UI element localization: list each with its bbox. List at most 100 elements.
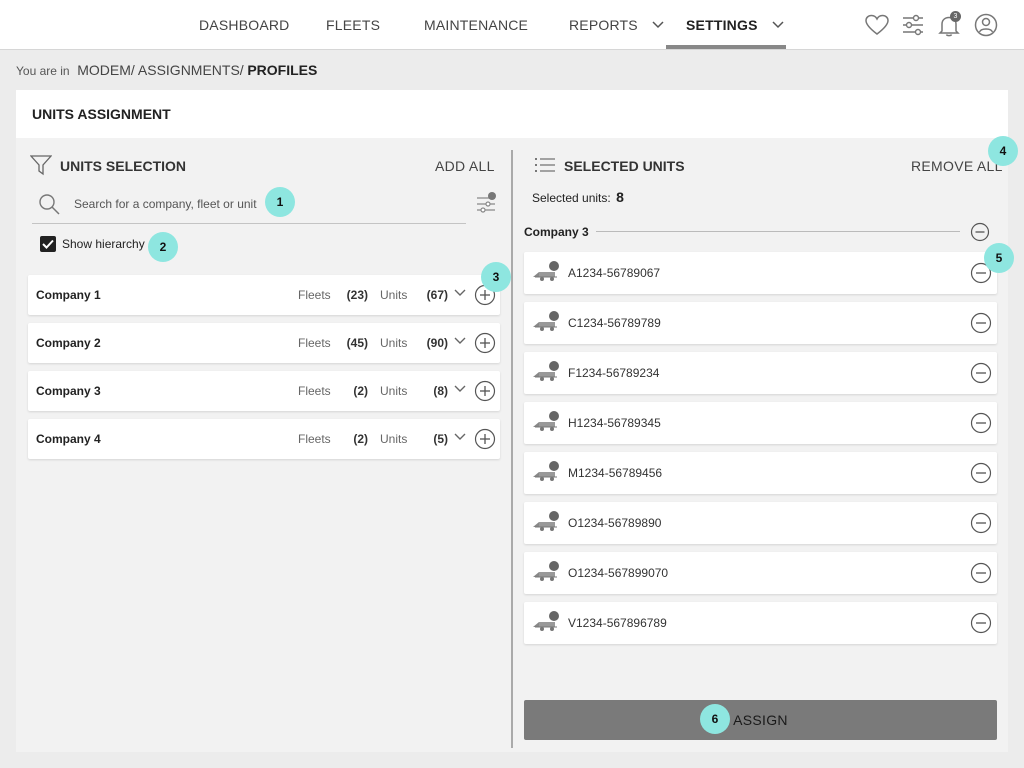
chevron-down-icon[interactable] <box>454 385 466 393</box>
unit-id: O1234-567899070 <box>568 566 669 580</box>
breadcrumb-current: PROFILES <box>247 62 318 78</box>
units-count: (90) <box>426 336 448 350</box>
truck-icon <box>533 361 559 381</box>
top-navigation-bar: DASHBOARD FLEETS MAINTENANCE REPORTS SET… <box>0 0 1024 50</box>
unit-id: A1234-56789067 <box>568 266 661 280</box>
units-selection-title: UNITS SELECTION <box>60 158 187 174</box>
annotation-marker: 5 <box>984 243 1014 273</box>
truck-icon <box>533 261 559 281</box>
company-row[interactable]: Company 3 Fleets (2) Units (8) <box>28 371 500 411</box>
nav-reports[interactable]: REPORTS <box>569 0 664 50</box>
chevron-down-icon <box>652 21 664 28</box>
selected-unit-row: O1234-56789890 <box>524 502 997 544</box>
units-label: Units <box>380 432 408 446</box>
notifications-button[interactable]: 3 <box>936 11 964 38</box>
units-assignment-card: UNITS ASSIGNMENT UNITS SELECTION ADD ALL… <box>16 90 1018 752</box>
search-underline <box>32 223 466 224</box>
show-hierarchy-checkbox[interactable] <box>40 236 56 252</box>
remove-unit-icon[interactable] <box>970 562 992 584</box>
page-title: UNITS ASSIGNMENT <box>32 106 171 122</box>
chevron-down-icon[interactable] <box>454 433 466 441</box>
add-all-button[interactable]: ADD ALL <box>435 158 495 174</box>
checkmark-icon <box>42 239 54 249</box>
selected-unit-row: V1234-567896789 <box>524 602 997 644</box>
notification-count-badge: 3 <box>950 11 961 22</box>
annotation-marker: 4 <box>988 136 1018 166</box>
company-row[interactable]: Company 2 Fleets (45) Units (90) <box>28 323 500 363</box>
truck-icon <box>533 561 559 581</box>
selected-unit-row: H1234-56789345 <box>524 402 997 444</box>
filter-icon <box>30 155 52 176</box>
units-label: Units <box>380 384 408 398</box>
nav-settings-label: SETTINGS <box>686 17 758 33</box>
selected-units-count-value: 8 <box>616 189 624 205</box>
nav-settings[interactable]: SETTINGS <box>686 0 784 50</box>
remove-unit-icon[interactable] <box>970 312 992 334</box>
remove-unit-icon[interactable] <box>970 412 992 434</box>
remove-all-button[interactable]: REMOVE ALL <box>911 158 1003 174</box>
truck-icon <box>533 611 559 631</box>
selected-unit-row: C1234-56789789 <box>524 302 997 344</box>
company-name: Company 1 <box>36 288 101 302</box>
show-hierarchy-label[interactable]: Show hierarchy <box>62 237 145 251</box>
company-row[interactable]: Company 1 Fleets (23) Units (67) <box>28 275 500 315</box>
group-label: Company 3 <box>524 225 589 239</box>
chevron-down-icon <box>772 21 784 28</box>
units-label: Units <box>380 336 408 350</box>
annotation-marker: 1 <box>265 187 295 217</box>
selected-unit-row: O1234-567899070 <box>524 552 997 594</box>
unit-id: V1234-567896789 <box>568 616 667 630</box>
nav-dashboard[interactable]: DASHBOARD <box>199 0 289 50</box>
company-name: Company 4 <box>36 432 101 446</box>
truck-icon <box>533 511 559 531</box>
fleets-label: Fleets <box>298 432 331 446</box>
selected-units-count-label: Selected units: <box>532 191 611 205</box>
selected-unit-row: F1234-56789234 <box>524 352 997 394</box>
fleets-count: (45) <box>346 336 368 350</box>
selected-unit-row: M1234-56789456 <box>524 452 997 494</box>
fleets-label: Fleets <box>298 288 331 302</box>
sliders-icon[interactable] <box>900 12 926 38</box>
nav-reports-label: REPORTS <box>569 17 638 33</box>
nav-fleets[interactable]: FLEETS <box>326 0 380 50</box>
unit-id: M1234-56789456 <box>568 466 663 480</box>
unit-id: F1234-56789234 <box>568 366 660 380</box>
fleets-count: (2) <box>353 384 368 398</box>
remove-unit-icon[interactable] <box>970 462 992 484</box>
remove-group-icon[interactable] <box>970 222 990 242</box>
units-label: Units <box>380 288 408 302</box>
breadcrumb-path[interactable]: MODEM/ ASSIGNMENTS/ <box>77 62 243 78</box>
annotation-marker: 2 <box>148 232 178 262</box>
fleets-label: Fleets <box>298 336 331 350</box>
add-company-icon[interactable] <box>474 428 496 450</box>
nav-active-indicator <box>666 45 786 49</box>
remove-unit-icon[interactable] <box>970 362 992 384</box>
remove-unit-icon[interactable] <box>970 512 992 534</box>
company-row[interactable]: Company 4 Fleets (2) Units (5) <box>28 419 500 459</box>
chevron-down-icon[interactable] <box>454 289 466 297</box>
units-count: (8) <box>433 384 448 398</box>
card-header: UNITS ASSIGNMENT <box>16 90 1008 138</box>
fleets-label: Fleets <box>298 384 331 398</box>
search-icon <box>39 194 60 215</box>
remove-unit-icon[interactable] <box>970 612 992 634</box>
units-count: (67) <box>426 288 448 302</box>
selected-unit-row: A1234-56789067 <box>524 252 997 294</box>
user-icon[interactable] <box>973 12 999 38</box>
add-company-icon[interactable] <box>474 332 496 354</box>
assign-button[interactable]: ASSIGN <box>524 700 997 740</box>
search-input[interactable] <box>74 193 294 215</box>
chevron-down-icon[interactable] <box>454 337 466 345</box>
truck-icon <box>533 461 559 481</box>
heart-icon[interactable] <box>864 12 890 38</box>
unit-id: H1234-56789345 <box>568 416 661 430</box>
add-company-icon[interactable] <box>474 380 496 402</box>
company-name: Company 3 <box>36 384 101 398</box>
unit-id: C1234-56789789 <box>568 316 661 330</box>
fleets-count: (2) <box>353 432 368 446</box>
truck-icon <box>533 411 559 431</box>
nav-maintenance[interactable]: MAINTENANCE <box>424 0 528 50</box>
filter-settings-icon[interactable] <box>476 192 498 214</box>
breadcrumb: You are in MODEM/ ASSIGNMENTS/ PROFILES <box>16 62 317 78</box>
list-icon <box>535 158 555 172</box>
